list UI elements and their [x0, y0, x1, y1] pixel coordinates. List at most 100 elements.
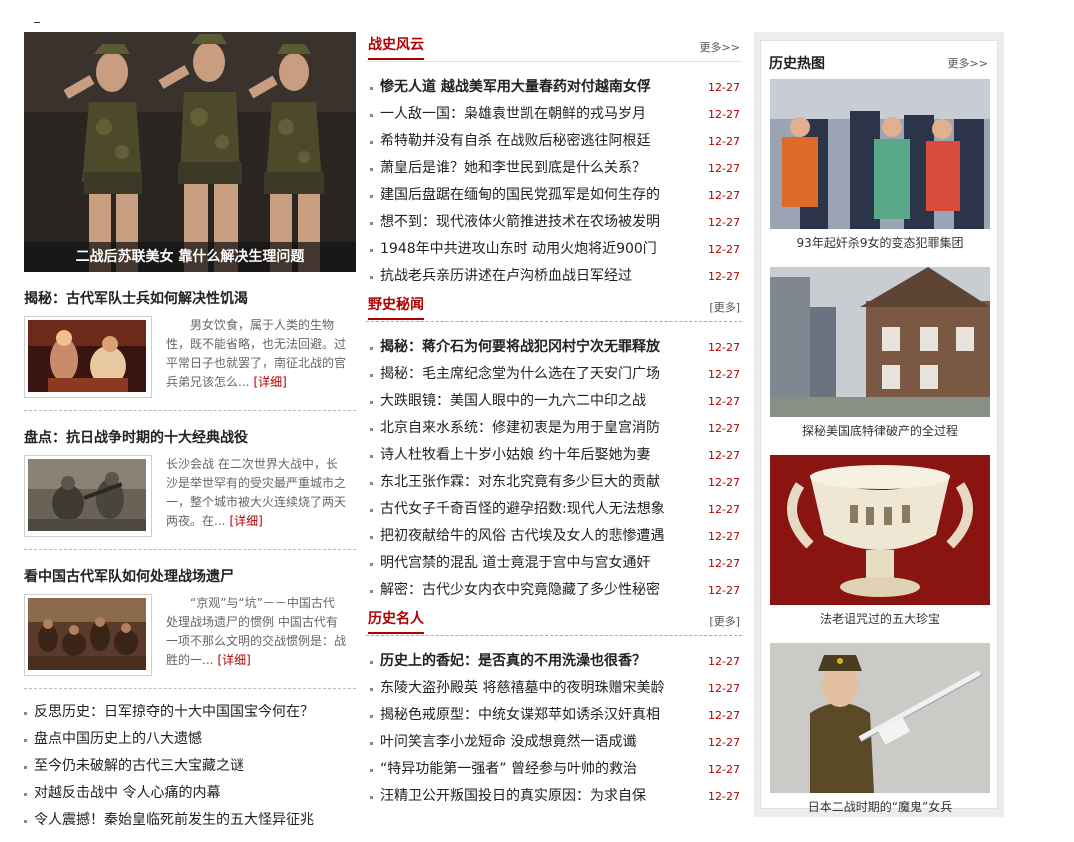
list-item[interactable]: 萧皇后是谁？她和李世民到底是什么关系？ 12-27	[366, 155, 742, 182]
list-item[interactable]: 东北王张作霖：对东北究竟有多少巨大的贡献 12-27	[366, 469, 742, 496]
feature-image	[28, 598, 146, 670]
picture-caption[interactable]: 探秘美国底特律破产的全过程	[770, 423, 990, 439]
item-title[interactable]: 一人敌一国：枭雄袁世凯在朝鲜的戎马岁月	[380, 106, 646, 122]
feature-thumbnail[interactable]	[24, 594, 152, 676]
list-item[interactable]: 把初夜献给牛的风俗 古代埃及女人的悲惨遭遇 12-27	[366, 523, 742, 550]
item-date: 12-27	[708, 449, 740, 462]
list-item[interactable]: 汪精卫公开叛国投日的真实原因：为求自保 12-27	[366, 783, 742, 810]
item-date: 12-27	[708, 216, 740, 229]
item-date: 12-27	[708, 530, 740, 543]
picture-item[interactable]: 探秘美国底特律破产的全过程	[770, 267, 990, 439]
more-link[interactable]: 更多>>	[948, 55, 988, 71]
list-item[interactable]: 想不到：现代液体火箭推进技术在农场被发明 12-27	[366, 209, 742, 236]
list-item[interactable]: 抗战老兵亲历讲述在卢沟桥血战日军经过 12-27	[366, 263, 742, 290]
item-title[interactable]: 希特勒并没有自杀 在战败后秘密逃往阿根廷	[380, 133, 650, 149]
more-link[interactable]: 更多>>	[700, 39, 740, 55]
summary-text: “京观”与“坑”－－中国古代处理战场遗尸的惯例 中国古代有一项不那么文明的交战惯…	[166, 596, 346, 667]
item-title[interactable]: 诗人杜牧看上十岁小姑娘 约十年后娶她为妻	[380, 447, 650, 463]
item-date: 12-27	[708, 81, 740, 94]
picture-item[interactable]: 93年起奸杀9女的变态犯罪集团	[770, 79, 990, 251]
picture-item[interactable]: 日本二战时期的“魔鬼”女兵	[770, 643, 990, 815]
list-item[interactable]: 反思历史：日军掠夺的十大中国国宝今何在？	[24, 699, 356, 726]
item-title[interactable]: 叶问笑言李小龙短命 没成想竟然一语成谶	[380, 734, 636, 750]
panel-title: 历史热图	[769, 56, 825, 72]
list-item[interactable]: 对越反击战中 令人心痛的内幕	[24, 780, 356, 807]
item-title[interactable]: 古代女子千奇百怪的避孕招数:现代人无法想象	[380, 501, 665, 517]
feature-thumbnail[interactable]	[24, 316, 152, 398]
top-mark	[34, 22, 40, 23]
item-title[interactable]: 明代宫禁的混乱 道士竟混于宫中与宫女通奸	[380, 555, 650, 571]
list-item[interactable]: 揭秘：毛主席纪念堂为什么选在了天安门广场 12-27	[366, 361, 742, 388]
picture-item[interactable]: 法老诅咒过的五大珍宝	[770, 455, 990, 627]
item-title[interactable]: “特异功能第一强者” 曾经参与叶帅的救治	[380, 761, 637, 777]
item-title[interactable]: 建国后盘踞在缅甸的国民党孤军是如何生存的	[380, 187, 660, 203]
hero-caption[interactable]: 二战后苏联美女 靠什么解决生理问题	[24, 242, 356, 272]
item-title[interactable]: 想不到：现代液体火箭推进技术在农场被发明	[380, 214, 660, 230]
list-item[interactable]: 揭秘：蒋介石为何要将战犯冈村宁次无罪释放 12-27	[366, 334, 742, 361]
item-title[interactable]: 北京自来水系统：修建初衷是为用于皇宫消防	[380, 420, 660, 436]
item-title[interactable]: 汪精卫公开叛国投日的真实原因：为求自保	[380, 788, 646, 804]
detail-link[interactable]: [详细]	[217, 653, 250, 667]
detail-link[interactable]: [详细]	[253, 375, 286, 389]
feature-thumbnail[interactable]	[24, 455, 152, 537]
list-item[interactable]: 至今仍未破解的古代三大宝藏之谜	[24, 753, 356, 780]
list-item[interactable]: 盘点中国历史上的八大遗憾	[24, 726, 356, 753]
feature-image	[28, 459, 146, 531]
list-item[interactable]: 揭秘色戒原型：中统女谍郑苹如诱杀汉奸真相 12-27	[366, 702, 742, 729]
list-item[interactable]: 明代宫禁的混乱 道士竟混于宫中与宫女通奸 12-27	[366, 550, 742, 577]
section-title[interactable]: 历史名人	[368, 610, 424, 634]
section-header: 战史风云 更多>>	[366, 32, 742, 62]
picture-caption[interactable]: 93年起奸杀9女的变态犯罪集团	[770, 235, 990, 251]
item-date: 12-27	[708, 709, 740, 722]
section-title[interactable]: 野史秘闻	[368, 296, 424, 320]
list-item[interactable]: 东陵大盗孙殿英 将慈禧墓中的夜明珠赠宋美龄 12-27	[366, 675, 742, 702]
section-title[interactable]: 战史风云	[368, 36, 424, 60]
list-item[interactable]: 诗人杜牧看上十岁小姑娘 约十年后娶她为妻 12-27	[366, 442, 742, 469]
hero-image	[24, 32, 356, 272]
list-item[interactable]: 古代女子千奇百怪的避孕招数:现代人无法想象 12-27	[366, 496, 742, 523]
item-date: 12-27	[708, 395, 740, 408]
feature-block: 揭秘：古代军队士兵如何解决性饥渴 男女饮食，属于人类的生物性，既不能省略，也无法…	[24, 288, 356, 411]
item-title[interactable]: 揭秘：毛主席纪念堂为什么选在了天安门广场	[380, 366, 660, 382]
section-article-list: 惨无人道 越战美军用大量春药对付越南女俘 12-27 一人敌一国：枭雄袁世凯在朝鲜…	[366, 74, 742, 290]
list-item[interactable]: 希特勒并没有自杀 在战败后秘密逃往阿根廷 12-27	[366, 128, 742, 155]
list-item[interactable]: 建国后盘踞在缅甸的国民党孤军是如何生存的 12-27	[366, 182, 742, 209]
list-item[interactable]: 叶问笑言李小龙短命 没成想竟然一语成谶 12-27	[366, 729, 742, 756]
list-item[interactable]: 解密：古代少女内衣中究竟隐藏了多少性秘密 12-27	[366, 577, 742, 604]
item-date: 12-27	[708, 682, 740, 695]
item-title[interactable]: 萧皇后是谁？她和李世民到底是什么关系？	[380, 160, 646, 176]
more-link[interactable]: [更多]	[709, 613, 740, 629]
item-title[interactable]: 大跌眼镜：美国人眼中的一九六二中印之战	[380, 393, 646, 409]
item-title[interactable]: 解密：古代少女内衣中究竟隐藏了多少性秘密	[380, 582, 660, 598]
item-title[interactable]: 抗战老兵亲历讲述在卢沟桥血战日军经过	[380, 268, 632, 284]
list-item[interactable]: 令人震撼！秦始皇临死前发生的五大怪异征兆	[24, 807, 356, 834]
item-title[interactable]: 把初夜献给牛的风俗 古代埃及女人的悲惨遭遇	[380, 528, 664, 544]
more-link[interactable]: [更多]	[709, 299, 740, 315]
middle-column: 战史风云 更多>> 惨无人道 越战美军用大量春药对付越南女俘 12-27 一人敌一…	[366, 32, 742, 812]
list-item[interactable]: 大跌眼镜：美国人眼中的一九六二中印之战 12-27	[366, 388, 742, 415]
list-item[interactable]: 1948年中共进攻山东时 动用火炮将近900门 12-27	[366, 236, 742, 263]
hero-feature[interactable]: 二战后苏联美女 靠什么解决生理问题	[24, 32, 356, 272]
picture-caption[interactable]: 日本二战时期的“魔鬼”女兵	[770, 799, 990, 815]
feature-title[interactable]: 看中国古代军队如何处理战场遗尸	[24, 566, 356, 588]
item-title[interactable]: 1948年中共进攻山东时 动用火炮将近900门	[380, 241, 657, 257]
list-item[interactable]: 惨无人道 越战美军用大量春药对付越南女俘 12-27	[366, 74, 742, 101]
right-column: 历史热图 更多>> 93年起奸杀9女的变态犯罪集团 探秘美国底特律破产的全过程 …	[754, 32, 1004, 817]
item-title[interactable]: 东北王张作霖：对东北究竟有多少巨大的贡献	[380, 474, 660, 490]
feature-title[interactable]: 揭秘：古代军队士兵如何解决性饥渴	[24, 288, 356, 310]
list-item[interactable]: 历史上的香妃：是否真的不用洗澡也很香？ 12-27	[366, 648, 742, 675]
item-title[interactable]: 东陵大盗孙殿英 将慈禧墓中的夜明珠赠宋美龄	[380, 680, 664, 696]
item-title[interactable]: 惨无人道 越战美军用大量春药对付越南女俘	[380, 79, 651, 95]
item-date: 12-27	[708, 557, 740, 570]
feature-title[interactable]: 盘点：抗日战争时期的十大经典战役	[24, 427, 356, 449]
list-item[interactable]: 一人敌一国：枭雄袁世凯在朝鲜的戎马岁月 12-27	[366, 101, 742, 128]
detail-link[interactable]: [详细]	[229, 514, 262, 528]
item-date: 12-27	[708, 655, 740, 668]
picture-caption[interactable]: 法老诅咒过的五大珍宝	[770, 611, 990, 627]
item-date: 12-27	[708, 189, 740, 202]
list-item[interactable]: 北京自来水系统：修建初衷是为用于皇宫消防 12-27	[366, 415, 742, 442]
item-title[interactable]: 历史上的香妃：是否真的不用洗澡也很香？	[380, 653, 646, 669]
list-item[interactable]: “特异功能第一强者” 曾经参与叶帅的救治 12-27	[366, 756, 742, 783]
item-title[interactable]: 揭秘：蒋介石为何要将战犯冈村宁次无罪释放	[380, 339, 660, 355]
item-title[interactable]: 揭秘色戒原型：中统女谍郑苹如诱杀汉奸真相	[380, 707, 660, 723]
